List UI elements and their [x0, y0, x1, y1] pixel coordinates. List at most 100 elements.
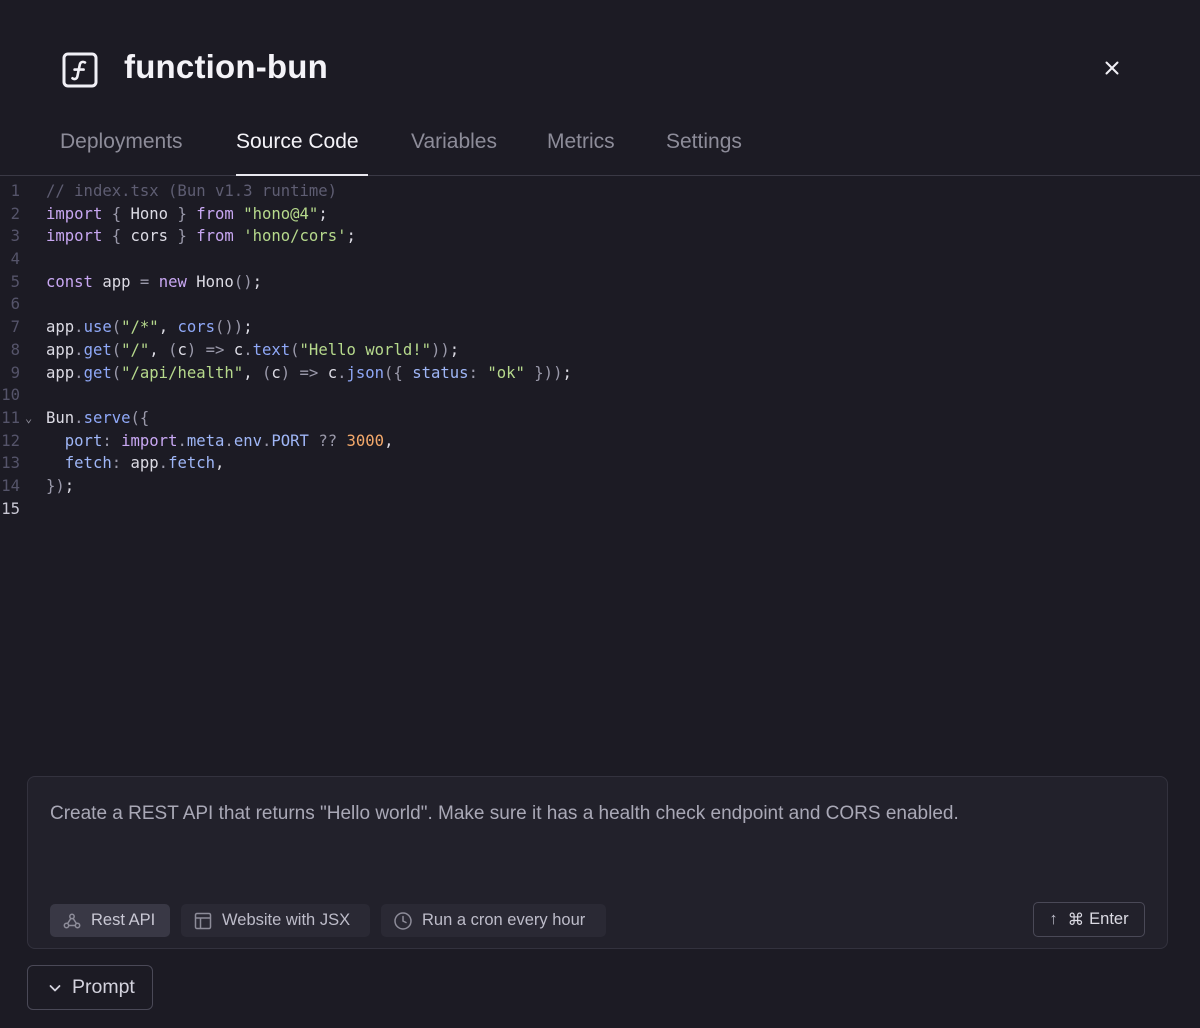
code-token: text: [252, 340, 291, 359]
tab-deployments[interactable]: Deployments: [60, 130, 183, 176]
webhook-icon: [62, 911, 82, 931]
code-line[interactable]: 12 port: import.meta.env.PORT ?? 3000,: [0, 430, 1200, 453]
submit-button[interactable]: ↑ ⌘ Enter: [1033, 902, 1145, 937]
code-line[interactable]: 4: [0, 248, 1200, 271]
code-token: ({: [130, 408, 150, 427]
line-number: 15: [1, 499, 20, 518]
code-token: get: [83, 340, 112, 359]
code-token: status: [412, 363, 469, 382]
code-line[interactable]: 13 fetch: app.fetch,: [0, 452, 1200, 475]
code-token: "hono@4": [243, 204, 319, 223]
code-text: app.get("/", (c) => c.text("Hello world!…: [46, 339, 459, 362]
code-line[interactable]: 1 // index.tsx (Bun v1.3 runtime): [0, 180, 1200, 203]
code-text: import { Hono } from "hono@4";: [46, 203, 328, 226]
code-token: Hono: [130, 204, 169, 223]
chip-label: Website with JSX: [222, 911, 351, 929]
code-token: })): [524, 363, 563, 382]
code-token: .: [177, 431, 187, 450]
prompt-input[interactable]: Create a REST API that returns "Hello wo…: [50, 801, 1140, 827]
tab-metrics[interactable]: Metrics: [547, 130, 615, 176]
function-icon: [62, 52, 98, 88]
code-token: import: [46, 204, 103, 223]
code-token: {: [102, 227, 131, 246]
code-token: app: [46, 318, 75, 337]
tab-settings[interactable]: Settings: [666, 130, 742, 176]
code-token: import: [121, 431, 178, 450]
tab-source-code[interactable]: Source Code: [236, 130, 368, 176]
website-jsx-chip[interactable]: Website with JSX: [181, 904, 370, 937]
code-token: cors: [130, 227, 169, 246]
code-token: 3000: [346, 431, 385, 450]
code-line[interactable]: 9 app.get("/api/health", (c) => c.json({ …: [0, 362, 1200, 385]
code-text: fetch: app.fetch,: [46, 452, 225, 475]
line-number: 9: [10, 363, 20, 382]
code-token: from: [196, 227, 234, 246]
code-line[interactable]: 3 import { cors } from 'hono/cors';: [0, 225, 1200, 248]
submit-label: Enter: [1089, 910, 1129, 928]
code-text: // index.tsx (Bun v1.3 runtime): [46, 180, 337, 203]
code-token: app: [121, 454, 159, 473]
code-token: {: [102, 204, 131, 223]
prompt-toggle-button[interactable]: Prompt: [27, 965, 153, 1010]
code-line[interactable]: 10: [0, 384, 1200, 407]
code-token: )): [430, 340, 450, 359]
code-token: ;: [562, 363, 572, 382]
cron-chip[interactable]: Run a cron every hour: [381, 904, 606, 937]
code-token: (): [233, 272, 253, 291]
code-line[interactable]: 5 const app = new Hono();: [0, 271, 1200, 294]
code-token: Hono: [186, 272, 234, 291]
tab-variables[interactable]: Variables: [411, 130, 497, 176]
code-token: "/": [121, 340, 150, 359]
code-line[interactable]: 2 import { Hono } from "hono@4";: [0, 203, 1200, 226]
code-token: .: [158, 454, 169, 473]
code-token: (: [111, 340, 122, 359]
code-token: ;: [252, 272, 262, 291]
code-token: cors: [177, 318, 216, 337]
code-token: .: [261, 431, 272, 450]
line-number: 10: [1, 386, 20, 405]
line-number: 14: [1, 476, 20, 495]
code-text: });: [46, 475, 74, 498]
code-token: }): [46, 476, 65, 495]
code-line[interactable]: 8 app.get("/", (c) => c.text("Hello world…: [0, 339, 1200, 362]
code-line[interactable]: 7 app.use("/*", cors());: [0, 316, 1200, 339]
code-text: Bun.serve({: [46, 407, 149, 430]
code-token: ,: [215, 454, 225, 473]
code-token: fetch: [46, 454, 112, 473]
code-token: .: [74, 340, 84, 359]
page-title: function-bun: [124, 48, 328, 85]
code-text: import { cors } from 'hono/cors';: [46, 225, 356, 248]
code-text: port: import.meta.env.PORT ?? 3000,: [46, 430, 394, 453]
line-number: 6: [10, 295, 20, 314]
code-editor[interactable]: 1 // index.tsx (Bun v1.3 runtime) 2 import …: [0, 180, 1200, 760]
code-token: =: [139, 272, 150, 291]
line-number: 12: [1, 431, 20, 450]
code-token: use: [83, 318, 112, 337]
fold-chevron-icon[interactable]: ⌄: [25, 407, 32, 430]
code-token: app: [92, 272, 140, 291]
code-token: PORT: [271, 431, 309, 450]
line-number: 1: [10, 182, 20, 200]
code-token: import: [46, 227, 103, 246]
code-line[interactable]: 15: [0, 498, 1200, 521]
code-token: .: [74, 363, 84, 382]
code-token: ;: [346, 227, 356, 246]
code-token: "/*": [121, 318, 159, 337]
code-line[interactable]: 14});: [0, 475, 1200, 498]
chip-label: Run a cron every hour: [422, 911, 586, 929]
code-token: ({: [384, 363, 413, 382]
code-token: =>: [299, 363, 319, 382]
code-token: port: [46, 431, 103, 450]
rest-api-chip[interactable]: Rest API: [50, 904, 170, 937]
code-token: new: [158, 272, 187, 291]
code-line[interactable]: 11 ⌄ Bun.serve({: [0, 407, 1200, 430]
code-token: .: [74, 408, 84, 427]
code-token: "Hello world!": [299, 340, 431, 359]
close-button[interactable]: [1098, 56, 1126, 84]
code-token: "/api/health": [121, 363, 244, 382]
code-line[interactable]: 6: [0, 293, 1200, 316]
